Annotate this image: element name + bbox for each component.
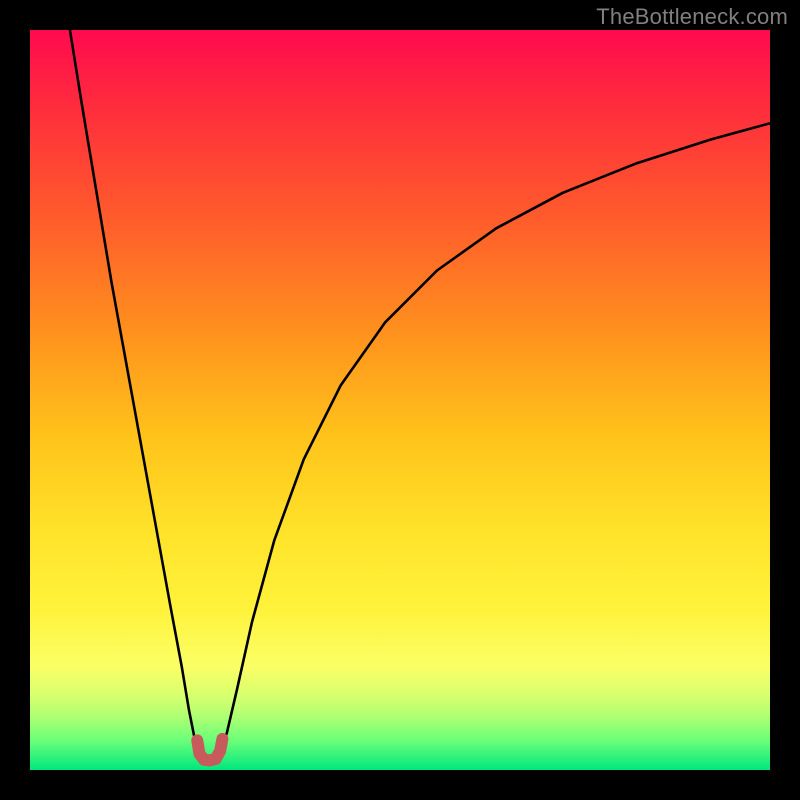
series-curve (70, 30, 770, 760)
chart-svg (30, 30, 770, 770)
chart-frame: TheBottleneck.com (0, 0, 800, 800)
chart-plot-area (30, 30, 770, 770)
watermark-text: TheBottleneck.com (596, 4, 788, 30)
series-marker (197, 739, 222, 760)
